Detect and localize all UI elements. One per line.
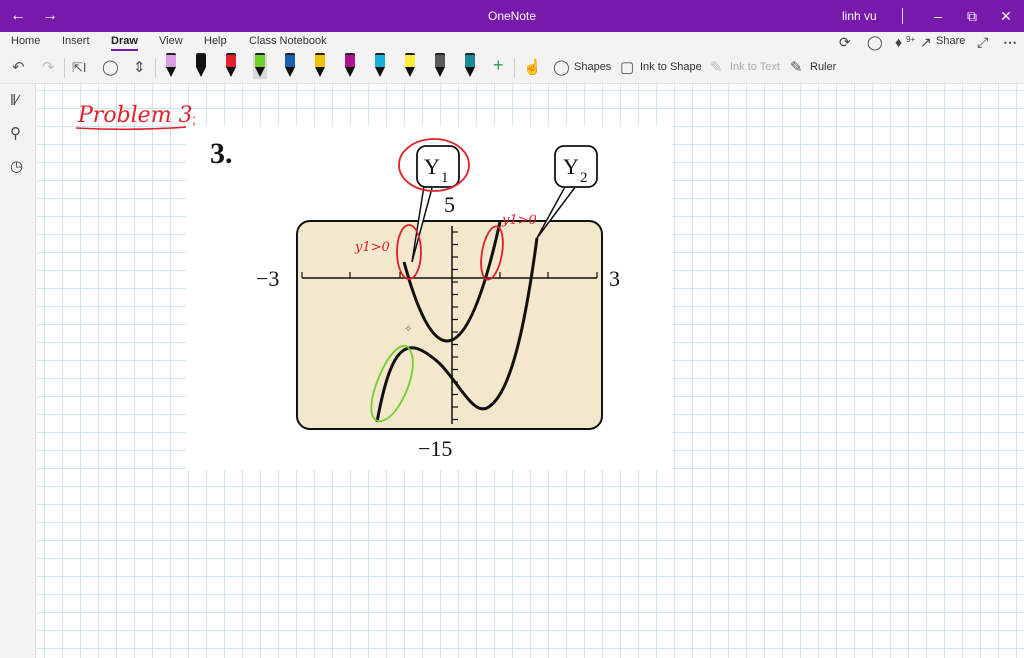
y1-callout-label: Y xyxy=(424,154,440,179)
problem-number: 3. xyxy=(210,137,233,170)
graph-window xyxy=(296,220,603,430)
y2-callout-subscript: 2 xyxy=(580,170,588,186)
ymax-label: 5 xyxy=(444,192,455,217)
xmax-label: 3 xyxy=(609,266,620,291)
y2-callout-label: Y xyxy=(563,154,579,179)
graph-figure: 3. 5 −15 −3 3 Y 1 Y 2 y1>0 y1>0 ✧ xyxy=(210,137,620,461)
y1-callout-subscript: 1 xyxy=(441,170,449,186)
ink-annotation-right: y1>0 xyxy=(501,213,537,228)
ink-annotation-left: y1>0 xyxy=(354,240,390,255)
xmin-label: −3 xyxy=(256,266,279,291)
cursor-sparkle-icon: ✧ xyxy=(404,324,412,335)
ymin-label: −15 xyxy=(418,436,452,461)
